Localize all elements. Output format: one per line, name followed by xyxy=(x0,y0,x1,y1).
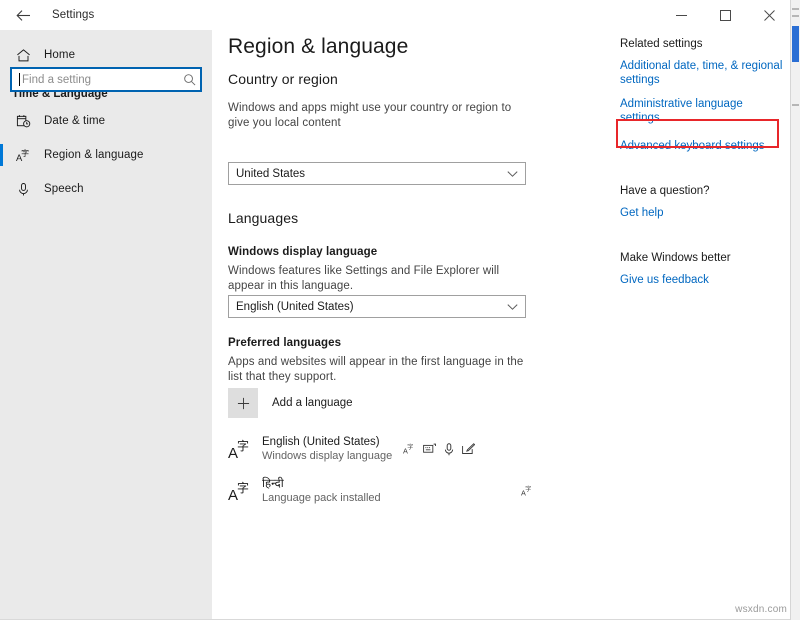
country-heading: Country or region xyxy=(228,71,338,87)
scrollbar-mark xyxy=(792,8,799,10)
have-a-question-heading: Have a question? xyxy=(620,185,785,197)
microphone-icon xyxy=(12,182,34,197)
display-language-selected-value: English (United States) xyxy=(236,301,507,313)
page-title: Region & language xyxy=(228,35,408,59)
display-language-label: Windows display language xyxy=(228,246,377,258)
related-settings-heading: Related settings xyxy=(620,38,785,50)
rail-spacer-2 xyxy=(620,230,785,252)
list-item[interactable]: A 字 English (United States) Windows disp… xyxy=(222,430,527,468)
text-caret xyxy=(19,73,20,86)
make-windows-better-heading: Make Windows better xyxy=(620,252,785,264)
country-selected-value: United States xyxy=(236,168,507,180)
language-icon[interactable]: A 字 xyxy=(521,485,533,497)
link-advanced-keyboard-settings[interactable]: Advanced keyboard settings xyxy=(620,139,785,153)
chevron-down-icon xyxy=(507,170,518,178)
chevron-down-icon xyxy=(507,303,518,311)
svg-text:字: 字 xyxy=(237,480,249,495)
scrollbar-thumb[interactable] xyxy=(792,26,799,62)
link-give-us-feedback[interactable]: Give us feedback xyxy=(620,273,785,287)
languages-heading: Languages xyxy=(228,210,298,226)
handwriting-icon[interactable] xyxy=(462,443,475,455)
preferred-languages-description: Apps and websites will appear in the fir… xyxy=(228,355,528,385)
selection-indicator xyxy=(0,144,3,166)
scrollbar-mark xyxy=(792,104,799,106)
language-pack-icon: A 字 xyxy=(222,437,258,461)
display-language-description: Windows features like Settings and File … xyxy=(228,264,528,294)
rail-spacer-1 xyxy=(620,163,785,185)
language-name: English (United States) xyxy=(262,435,392,449)
maximize-button[interactable] xyxy=(703,0,747,30)
language-actions: A 字 xyxy=(403,443,475,456)
plus-icon xyxy=(228,388,258,418)
link-get-help[interactable]: Get help xyxy=(620,206,785,220)
search-input[interactable]: Find a setting xyxy=(10,67,202,92)
list-item[interactable]: A 字 हिन्दी Language pack installed A 字 xyxy=(222,472,527,510)
home-icon xyxy=(12,48,34,63)
svg-text:字: 字 xyxy=(407,443,413,451)
scrollbar-mark xyxy=(792,15,799,17)
link-administrative-language-settings[interactable]: Administrative language settings xyxy=(620,97,785,125)
close-button[interactable] xyxy=(747,0,791,30)
sidebar: Home Find a setting Time & Language Date… xyxy=(0,30,212,620)
sidebar-home-label: Home xyxy=(44,49,75,61)
microphone-icon[interactable] xyxy=(444,443,454,456)
sidebar-item-date-time[interactable]: Date & time xyxy=(0,104,212,138)
watermark: wsxdn.com xyxy=(735,604,787,615)
svg-text:字: 字 xyxy=(237,438,249,453)
display-language-dropdown[interactable]: English (United States) xyxy=(228,295,526,318)
language-status: Language pack installed xyxy=(262,491,381,505)
sidebar-item-region-language[interactable]: A 字 Region & language xyxy=(0,138,212,172)
country-dropdown[interactable]: United States xyxy=(228,162,526,185)
page-scrollbar[interactable] xyxy=(790,0,800,620)
language-status: Windows display language xyxy=(262,449,392,463)
svg-text:字: 字 xyxy=(525,485,531,493)
search-placeholder: Find a setting xyxy=(22,74,178,86)
language-icon: A 字 xyxy=(12,148,34,163)
sidebar-item-label: Speech xyxy=(44,183,84,195)
sidebar-item-label: Region & language xyxy=(44,149,144,161)
settings-window: Settings Home Find a setting xyxy=(0,0,800,620)
keyboard-icon[interactable] xyxy=(423,443,436,455)
window-title: Settings xyxy=(52,9,94,21)
minimize-button[interactable] xyxy=(659,0,703,30)
sidebar-item-label: Date & time xyxy=(44,115,105,127)
language-name: हिन्दी xyxy=(262,477,381,491)
link-additional-date-time-regional-settings[interactable]: Additional date, time, & regional settin… xyxy=(620,59,785,87)
search-icon[interactable] xyxy=(178,73,200,86)
calendar-clock-icon xyxy=(12,114,34,129)
preferred-languages-label: Preferred languages xyxy=(228,337,341,349)
country-description: Windows and apps might use your country … xyxy=(228,101,526,131)
language-pack-icon: A 字 xyxy=(222,479,258,503)
language-actions: A 字 xyxy=(521,485,533,497)
back-arrow-icon[interactable] xyxy=(0,0,46,30)
add-language-label: Add a language xyxy=(272,397,353,409)
add-language-button[interactable]: Add a language xyxy=(228,388,353,418)
svg-text:字: 字 xyxy=(21,148,29,158)
sidebar-item-speech[interactable]: Speech xyxy=(0,172,212,206)
list-item-texts: हिन्दी Language pack installed xyxy=(262,477,381,505)
list-item-texts: English (United States) Windows display … xyxy=(262,435,392,463)
window-titlebar: Settings xyxy=(0,0,791,30)
language-icon[interactable]: A 字 xyxy=(403,443,415,455)
related-settings-panel: Related settings Additional date, time, … xyxy=(620,38,785,297)
